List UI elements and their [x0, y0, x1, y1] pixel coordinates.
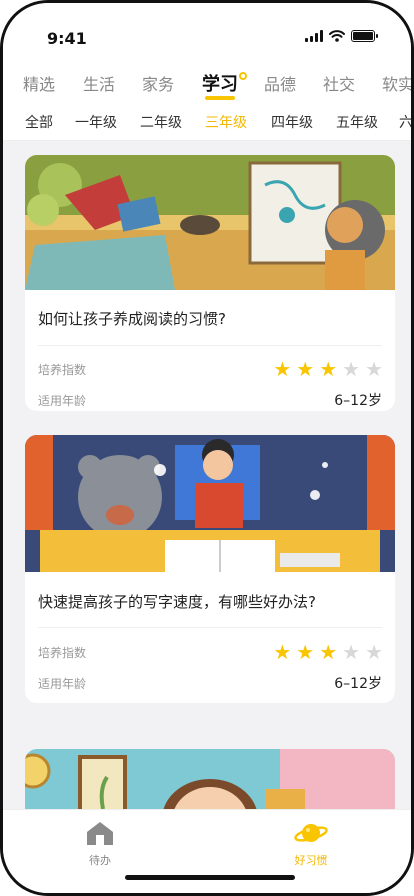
- tab-todo-label: 待办: [89, 854, 111, 867]
- bottom-tab-bar: 待办 好习惯: [3, 809, 411, 893]
- tab-category-study[interactable]: 学习: [202, 70, 238, 96]
- star-filled-icon: ★: [273, 640, 292, 664]
- star-filled-icon: ★: [296, 357, 315, 381]
- tab-category-housework[interactable]: 家务: [142, 71, 174, 95]
- status-icons: [305, 30, 378, 42]
- habit-card[interactable]: [25, 749, 395, 809]
- star-empty-icon: ★: [342, 357, 361, 381]
- star-empty-icon: ★: [365, 640, 383, 664]
- grade-all[interactable]: 全部: [25, 112, 53, 132]
- age-range-value: 6–12岁: [334, 676, 382, 692]
- card-title: 如何让孩子养成阅读的习惯?: [38, 310, 226, 328]
- rating-stars: ★ ★ ★ ★ ★: [273, 642, 383, 662]
- status-bar: 9:41: [3, 3, 411, 63]
- card-title: 快速提高孩子的写字速度，有哪些好办法?: [38, 593, 316, 611]
- tab-todo[interactable]: 待办: [60, 820, 140, 868]
- grade-4[interactable]: 四年级: [271, 112, 313, 132]
- star-empty-icon: ★: [365, 357, 383, 381]
- cellular-signal-icon: [305, 30, 323, 42]
- grade-filter: 全部 一年级 三年级 二年级 四年级 五年级 六年级: [3, 103, 411, 141]
- cultivation-index-label: 培养指数: [38, 363, 87, 377]
- habit-illustration: [25, 749, 395, 809]
- card-divider: [38, 345, 382, 346]
- star-filled-icon: ★: [296, 640, 315, 664]
- tab-category-featured[interactable]: 精选: [23, 71, 55, 95]
- habit-list: 如何让孩子养成阅读的习惯? 培养指数 ★ ★ ★ ★ ★ 适用年龄 6–12岁: [3, 141, 411, 809]
- tab-good-habits[interactable]: 好习惯: [271, 820, 351, 868]
- habit-card[interactable]: 快速提高孩子的写字速度，有哪些好办法? 培养指数 ★ ★ ★ ★ ★ 适用年龄 …: [25, 435, 395, 703]
- tab-good-habits-label: 好习惯: [294, 854, 328, 867]
- tab-category-soft-skills[interactable]: 软实力: [382, 71, 411, 95]
- habit-card[interactable]: 如何让孩子养成阅读的习惯? 培养指数 ★ ★ ★ ★ ★ 适用年龄 6–12岁: [25, 155, 395, 411]
- age-range-value: 6–12岁: [334, 393, 382, 409]
- star-empty-icon: ★: [342, 640, 361, 664]
- writing-illustration: [25, 435, 395, 572]
- card-divider: [38, 627, 382, 628]
- wifi-icon: [329, 30, 345, 42]
- category-tabs: 精选 生活 家务 学习 品德 社交 软实力: [3, 63, 411, 103]
- status-time: 9:41: [47, 29, 87, 48]
- phone-frame: 9:41 精选 生活 家务 学习 品德 社交 软实力 全部 一年级 三年级 二年…: [0, 0, 414, 896]
- age-range-label: 适用年龄: [38, 677, 87, 691]
- tab-category-morality[interactable]: 品德: [264, 71, 296, 95]
- active-tab-dot-icon: [239, 72, 247, 80]
- star-filled-icon: ★: [319, 357, 338, 381]
- grade-1[interactable]: 一年级: [75, 112, 117, 132]
- planet-icon: [294, 824, 328, 842]
- reading-illustration: [25, 155, 395, 290]
- battery-icon: [351, 30, 378, 42]
- age-range-label: 适用年龄: [38, 394, 87, 408]
- active-tab-underline: [205, 96, 235, 100]
- home-indicator[interactable]: [125, 875, 295, 880]
- star-filled-icon: ★: [273, 357, 292, 381]
- tab-category-social[interactable]: 社交: [323, 71, 355, 95]
- grade-6[interactable]: 六年级: [399, 112, 411, 132]
- star-filled-icon: ★: [319, 640, 338, 664]
- tab-category-life[interactable]: 生活: [83, 71, 115, 95]
- cultivation-index-label: 培养指数: [38, 646, 87, 660]
- grade-5[interactable]: 五年级: [336, 112, 378, 132]
- grade-3-selected[interactable]: 三年级: [205, 112, 247, 132]
- rating-stars: ★ ★ ★ ★ ★: [273, 359, 383, 379]
- house-icon: [87, 822, 113, 845]
- grade-2[interactable]: 二年级: [140, 112, 182, 132]
